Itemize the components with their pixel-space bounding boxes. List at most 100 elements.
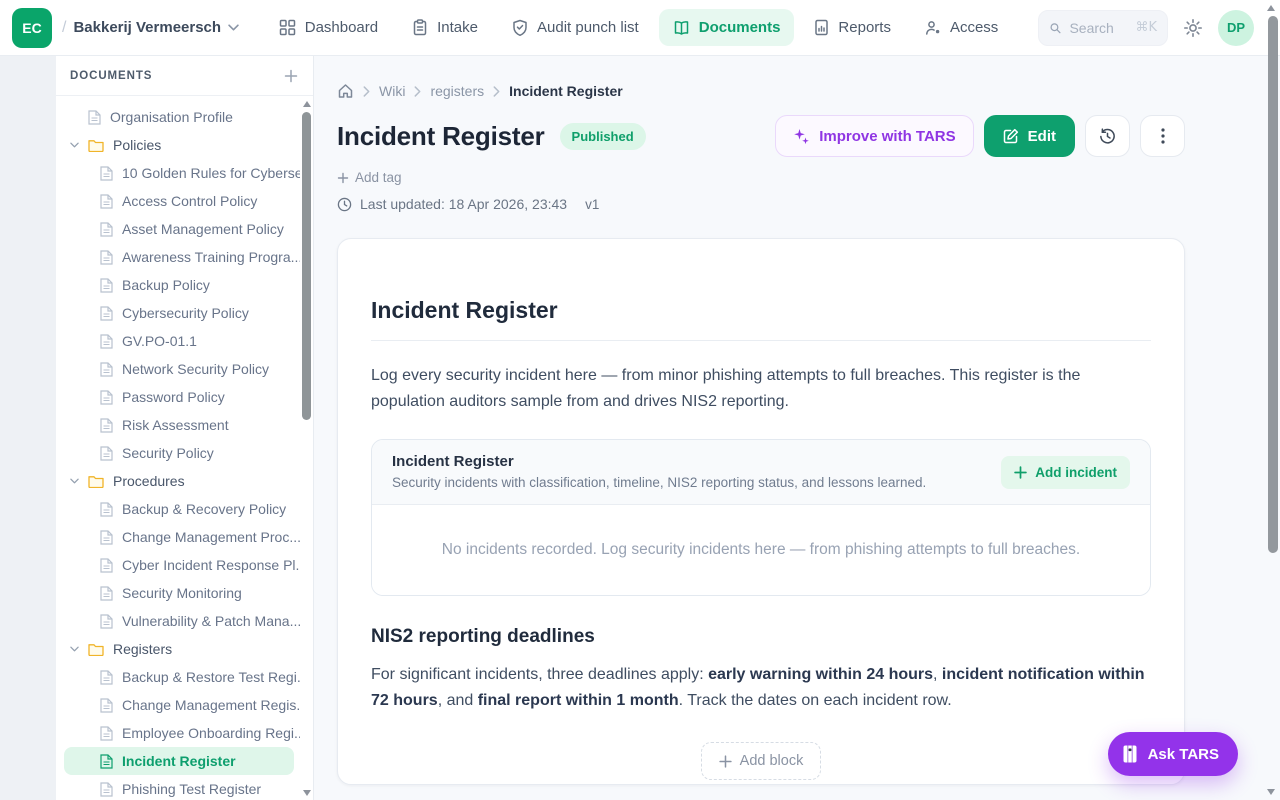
sidebar-scroll-thumb[interactable]	[302, 112, 311, 420]
sidebar-item-change-management-register[interactable]: Change Management Regis...	[56, 691, 300, 719]
add-tag-button[interactable]: Add tag	[337, 170, 402, 185]
sidebar-item-change-management-procedure[interactable]: Change Management Proc...	[56, 523, 300, 551]
sidebar-item-phishing-test-register[interactable]: Phishing Test Register	[56, 775, 300, 800]
nav-audit-punch-list[interactable]: Audit punch list	[498, 9, 653, 46]
nav-dashboard[interactable]: Dashboard	[265, 9, 392, 46]
nav-documents[interactable]: Documents	[659, 9, 795, 46]
sidebar-item-asset-management-policy[interactable]: Asset Management Policy	[56, 215, 300, 243]
version-label: v1	[585, 197, 599, 212]
last-updated-text: Last updated: 18 Apr 2026, 23:43	[360, 196, 567, 212]
sidebar-item-password-policy[interactable]: Password Policy	[56, 383, 300, 411]
nav-label: Reports	[838, 19, 891, 36]
plus-icon	[719, 755, 732, 768]
sidebar-item-awareness-training-programme[interactable]: Awareness Training Progra...	[56, 243, 300, 271]
add-block-row: Add block	[371, 742, 1151, 780]
title-row: Incident Register Published Improve with…	[337, 115, 1185, 157]
sidebar-item-access-control-policy[interactable]: Access Control Policy	[56, 187, 300, 215]
tree-label: Procedures	[113, 473, 185, 489]
plus-icon	[1014, 466, 1027, 479]
improve-with-tars-label: Improve with TARS	[819, 128, 955, 145]
file-icon	[100, 334, 113, 349]
sidebar-folder-policies[interactable]: Policies	[56, 131, 300, 159]
plus-icon	[337, 172, 349, 184]
file-icon	[100, 586, 113, 601]
chevron-down-icon	[70, 646, 79, 652]
sidebar-item-cyber-incident-response-plan[interactable]: Cyber Incident Response Pl...	[56, 551, 300, 579]
nav-intake[interactable]: Intake	[398, 9, 492, 46]
sidebar-item-organisation-profile[interactable]: Organisation Profile	[56, 103, 300, 131]
edit-button[interactable]: Edit	[984, 115, 1075, 157]
add-block-button[interactable]: Add block	[701, 742, 822, 780]
tree-label: Incident Register	[122, 753, 236, 769]
ask-tars-button[interactable]: Ask TARS	[1108, 732, 1238, 776]
tree-label: Security Policy	[122, 445, 214, 461]
tree-label: Employee Onboarding Regi...	[122, 725, 300, 741]
scroll-up-icon[interactable]	[1266, 4, 1276, 12]
folder-icon	[88, 139, 104, 152]
sidebar-folder-registers[interactable]: Registers	[56, 635, 300, 663]
version-history-button[interactable]	[1085, 115, 1130, 157]
chevron-right-icon	[363, 86, 370, 97]
sidebar-item-10-golden-rules[interactable]: 10 Golden Rules for Cyberse...	[56, 159, 300, 187]
tree-label: Access Control Policy	[122, 193, 257, 209]
file-icon	[100, 754, 113, 769]
plus-icon	[283, 68, 299, 84]
sidebar-item-security-policy[interactable]: Security Policy	[56, 439, 300, 467]
file-icon	[100, 446, 113, 461]
scroll-down-icon[interactable]	[1266, 788, 1276, 796]
tree-label: Vulnerability & Patch Mana...	[122, 613, 300, 629]
nav-label: Access	[950, 19, 998, 36]
edit-pencil-icon	[1003, 128, 1019, 144]
scroll-up-icon[interactable]	[302, 100, 312, 108]
file-icon	[100, 306, 113, 321]
bold-segment: early warning within 24 hours	[708, 666, 933, 683]
add-incident-button[interactable]: Add incident	[1001, 456, 1130, 489]
document-card: Incident Register Log every security inc…	[337, 238, 1185, 785]
folder-icon	[88, 643, 104, 656]
more-options-button[interactable]	[1140, 115, 1185, 157]
user-avatar[interactable]: DP	[1218, 10, 1254, 46]
scroll-down-icon[interactable]	[302, 789, 312, 797]
main-scroll-thumb[interactable]	[1268, 16, 1278, 553]
improve-with-tars-button[interactable]: Improve with TARS	[775, 115, 973, 157]
navbar-right: ⌘K DP	[1038, 10, 1254, 46]
add-document-button[interactable]	[283, 68, 299, 84]
nav-reports[interactable]: Reports	[800, 9, 905, 46]
app-logo[interactable]: EC	[12, 8, 52, 48]
breadcrumb-wiki[interactable]: Wiki	[379, 83, 405, 99]
settings-button[interactable]	[1183, 18, 1203, 38]
search-box[interactable]: ⌘K	[1038, 10, 1168, 46]
sidebar-item-backup-policy[interactable]: Backup Policy	[56, 271, 300, 299]
breadcrumb-registers[interactable]: registers	[430, 83, 484, 99]
nav-access[interactable]: Access	[911, 9, 1012, 46]
document-tree: Organisation Profile Policies 10 Golden …	[56, 97, 300, 800]
sidebar-folder-procedures[interactable]: Procedures	[56, 467, 300, 495]
home-icon[interactable]	[337, 83, 354, 99]
chevron-down-icon	[70, 142, 79, 148]
tree-label: Registers	[113, 641, 172, 657]
org-switcher[interactable]: / Bakkerij Vermeersch	[62, 19, 239, 37]
tree-label: Awareness Training Progra...	[122, 249, 300, 265]
sidebar-item-incident-register[interactable]: Incident Register	[64, 747, 294, 775]
tree-label: Risk Assessment	[122, 417, 229, 433]
breadcrumb: Wiki registers Incident Register	[337, 83, 1185, 99]
page-actions: Improve with TARS Edit	[775, 115, 1185, 157]
sidebar-item-employee-onboarding-register[interactable]: Employee Onboarding Regi...	[56, 719, 300, 747]
search-shortcut: ⌘K	[1135, 20, 1157, 35]
file-icon	[100, 670, 113, 685]
sidebar-item-security-monitoring[interactable]: Security Monitoring	[56, 579, 300, 607]
sidebar-item-network-security-policy[interactable]: Network Security Policy	[56, 355, 300, 383]
sidebar-item-gv-po-01-1[interactable]: GV.PO-01.1	[56, 327, 300, 355]
sidebar-item-backup-recovery-policy[interactable]: Backup & Recovery Policy	[56, 495, 300, 523]
file-icon	[100, 614, 113, 629]
sidebar-item-risk-assessment[interactable]: Risk Assessment	[56, 411, 300, 439]
sidebar-item-cybersecurity-policy[interactable]: Cybersecurity Policy	[56, 299, 300, 327]
tree-label: Backup & Restore Test Regi...	[122, 669, 300, 685]
primary-nav: Dashboard Intake Audit punch list Docume…	[265, 9, 1013, 46]
sidebar-item-vulnerability-patch-management[interactable]: Vulnerability & Patch Mana...	[56, 607, 300, 635]
sidebar-item-backup-restore-test-register[interactable]: Backup & Restore Test Regi...	[56, 663, 300, 691]
tree-label: Cyber Incident Response Pl...	[122, 557, 300, 573]
search-input[interactable]	[1069, 20, 1127, 36]
main-scrollbar[interactable]	[1266, 0, 1280, 800]
sidebar-scrollbar[interactable]	[302, 100, 312, 797]
